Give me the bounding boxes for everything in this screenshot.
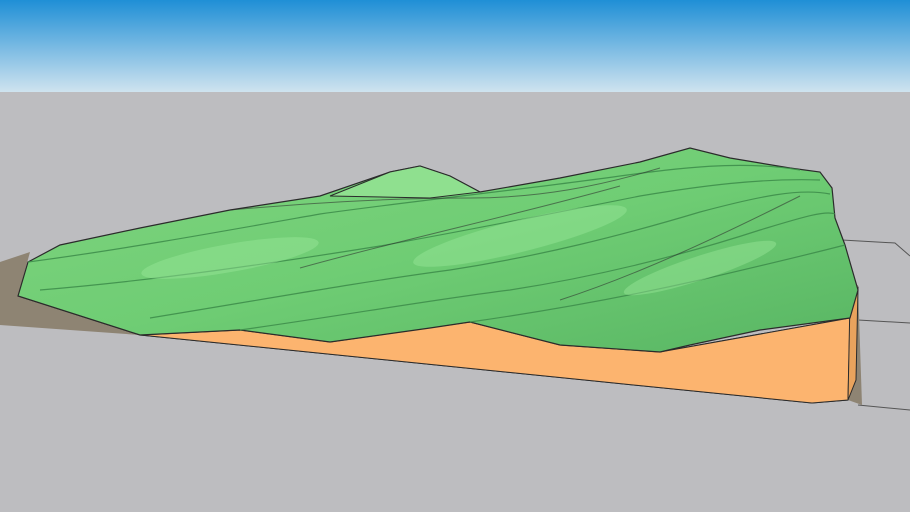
3d-viewport[interactable] <box>0 0 910 512</box>
terrain-scene <box>0 0 910 512</box>
sky <box>0 0 910 92</box>
